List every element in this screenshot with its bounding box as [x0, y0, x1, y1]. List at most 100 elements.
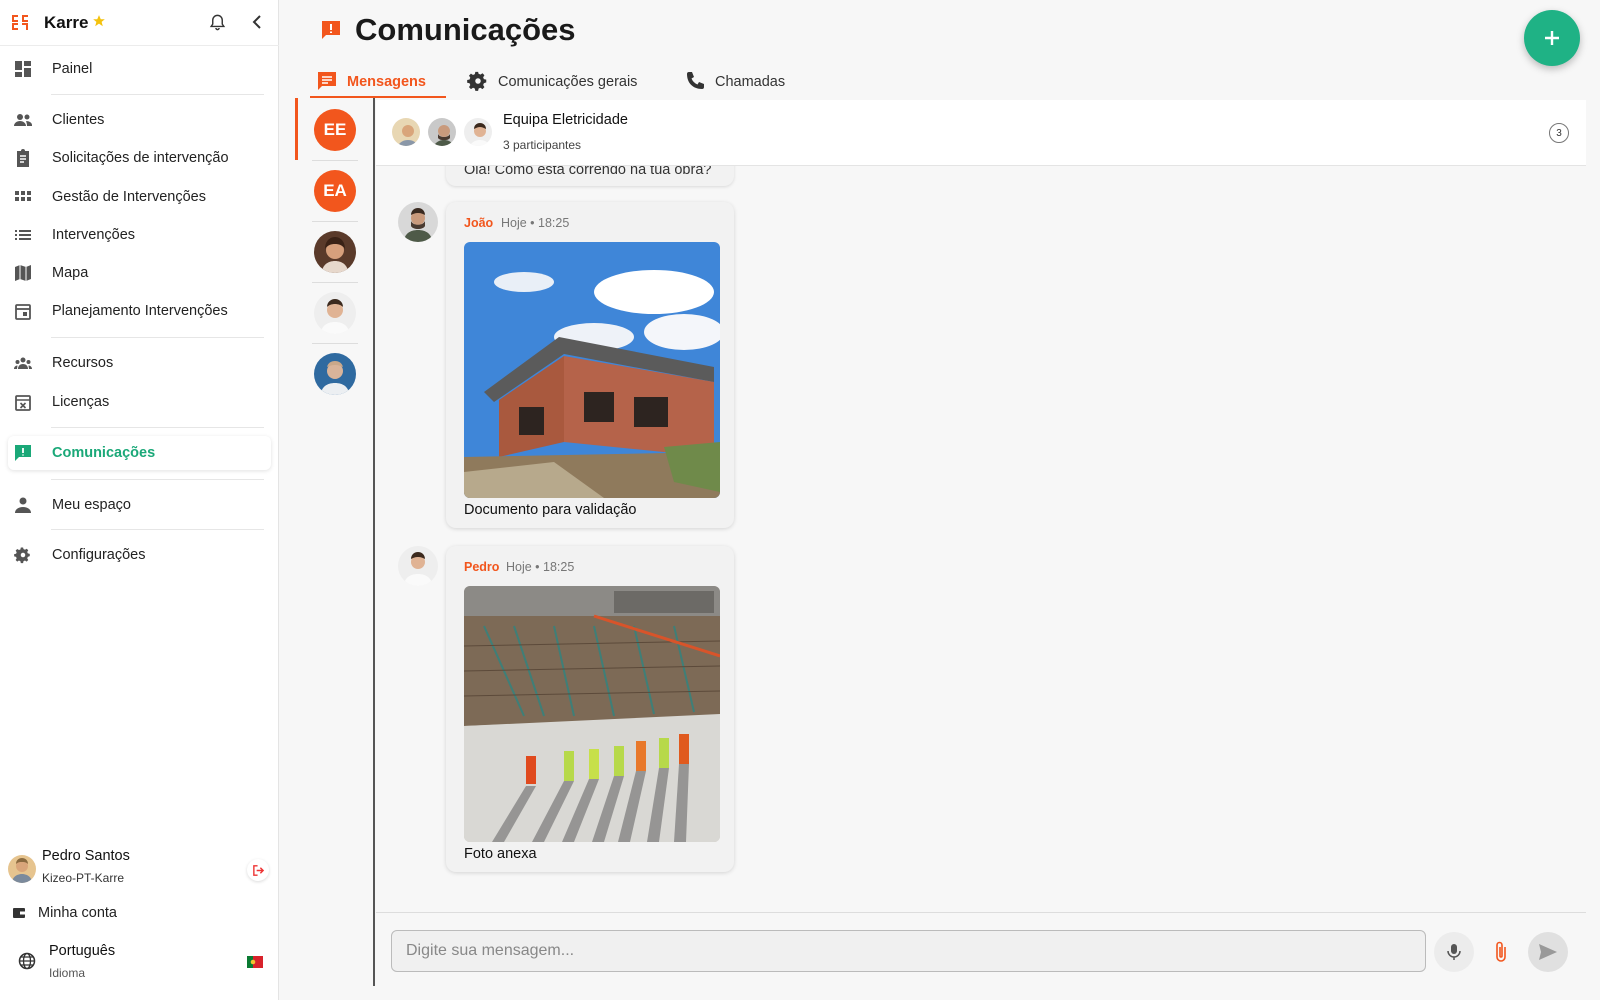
paperclip-icon [1496, 941, 1506, 962]
star-icon [93, 15, 105, 27]
avatar [390, 116, 422, 148]
clipboard-icon [17, 149, 29, 167]
phone-icon [687, 72, 704, 89]
logout-button[interactable] [247, 859, 269, 881]
message-composer [376, 912, 1586, 986]
conversation-initials: EE [323, 120, 347, 139]
sidebar-item-mapa[interactable]: Mapa [8, 256, 271, 290]
participant-count-badge: 3 [1549, 123, 1569, 143]
avatar [462, 116, 494, 148]
divider [51, 94, 264, 95]
message-caption: Foto anexa [464, 846, 537, 862]
people-icon [14, 114, 32, 126]
sidebar-item-label: Licenças [52, 394, 110, 410]
woman-avatar [314, 231, 356, 273]
divider [51, 529, 264, 530]
divider [312, 221, 358, 222]
microphone-icon [1447, 944, 1461, 960]
feedback-icon [15, 445, 31, 461]
portugal-flag-icon [247, 956, 263, 968]
tab-label: Chamadas [715, 74, 786, 90]
divider [312, 343, 358, 344]
man-blue-avatar [314, 353, 356, 395]
gear-icon [467, 71, 487, 91]
language-name: Português [49, 943, 116, 959]
chat-header[interactable]: Equipa Eletricidade 3 participantes 3 [376, 100, 1586, 166]
account-link[interactable]: Minha conta [8, 901, 271, 927]
sidebar-item-licencas[interactable]: Licenças [8, 385, 271, 419]
user-organization: Kizeo-PT-Karre [42, 871, 125, 885]
bell-icon[interactable] [208, 13, 227, 32]
user-profile[interactable]: Pedro Santos Kizeo-PT-Karre [8, 845, 271, 889]
sidebar-item-gestao[interactable]: Gestão de Intervenções [8, 180, 271, 214]
globe-icon [18, 952, 36, 970]
language-sublabel: Idioma [49, 966, 86, 980]
conversation-initials: EA [323, 181, 347, 200]
conversation-man-blue[interactable] [314, 353, 356, 395]
sidebar-item-label: Painel [52, 61, 93, 77]
conversation-ee[interactable]: EE [314, 109, 356, 151]
attach-button[interactable] [1481, 932, 1521, 972]
avatar [426, 116, 458, 148]
avatar [398, 202, 438, 242]
wallet-icon [13, 908, 25, 918]
tab-label: Mensagens [347, 74, 426, 90]
list-icon [15, 230, 31, 240]
avatar [398, 546, 438, 586]
chat-icon [318, 72, 336, 90]
message-list[interactable]: Olá! Como está correndo na tua obra? Joã… [376, 166, 1586, 912]
sidebar-item-recursos[interactable]: Recursos [8, 346, 271, 380]
sidebar-item-clientes[interactable]: Clientes [8, 103, 271, 137]
divider [312, 160, 358, 161]
sidebar-item-meu-espaco[interactable]: Meu espaço [8, 488, 271, 522]
chevron-left-icon[interactable] [250, 14, 266, 30]
sidebar-item-planejamento[interactable]: Planejamento Intervenções [8, 294, 271, 328]
message-caption: Documento para validação [464, 502, 637, 518]
sidebar-item-label: Planejamento Intervenções [52, 303, 228, 319]
message-time: Hoje • 18:25 [506, 560, 575, 574]
message-author: Pedro [464, 560, 500, 574]
language-selector[interactable]: Português Idioma [8, 940, 271, 984]
divider [51, 479, 264, 480]
calendar-icon [15, 304, 31, 320]
man-avatar [314, 292, 356, 334]
sidebar-item-label: Solicitações de intervenção [52, 150, 229, 166]
divider [51, 427, 264, 428]
feedback-icon [322, 21, 340, 39]
page-title: Comunicações [355, 12, 576, 47]
message-input[interactable] [391, 930, 1426, 972]
sidebar-item-label: Meu espaço [52, 497, 131, 513]
add-button[interactable] [1524, 10, 1580, 66]
brand-name: Karre [44, 13, 89, 32]
sidebar-item-label: Intervenções [52, 227, 136, 243]
message-time: Hoje • 18:25 [501, 216, 570, 230]
conversation-man[interactable] [314, 292, 356, 334]
conversation-ea[interactable]: EA [314, 170, 356, 212]
house-construction-photo[interactable] [464, 242, 720, 498]
conversation-woman[interactable] [314, 231, 356, 273]
sidebar-item-painel[interactable]: Painel [8, 52, 271, 86]
message-bubble: Olá! Como está correndo na tua obra? [446, 166, 734, 186]
send-button[interactable] [1528, 932, 1568, 972]
sidebar-item-intervencoes[interactable]: Intervenções [8, 218, 271, 252]
sidebar-item-label: Clientes [52, 112, 105, 128]
construction-site-workers-photo[interactable] [464, 586, 720, 842]
sidebar-item-label: Mapa [52, 265, 89, 281]
microphone-button[interactable] [1434, 932, 1474, 972]
sidebar-item-solicitacoes[interactable]: Solicitações de intervenção [8, 141, 271, 175]
message-bubble: Pedro Hoje • 18:25 Foto anexa [446, 546, 734, 872]
dashboard-icon [15, 61, 31, 77]
sidebar-item-configuracoes[interactable]: Configurações [8, 538, 271, 572]
gear-icon [14, 547, 30, 564]
sidebar-item-label: Comunicações [52, 445, 156, 461]
sidebar-item-label: Configurações [52, 547, 146, 563]
divider [51, 337, 264, 338]
grid-icon [15, 191, 31, 201]
sidebar-item-label: Gestão de Intervenções [52, 189, 206, 205]
sidebar-item-comunicacoes[interactable]: Comunicações [8, 436, 271, 470]
calendar-x-icon [15, 395, 31, 411]
message-text: Olá! Como está correndo na tua obra? [464, 166, 712, 178]
sidebar: Karre Painel Clientes Solicitações de in… [0, 0, 279, 1000]
user-name: Pedro Santos [42, 848, 130, 864]
map-icon [15, 265, 31, 281]
